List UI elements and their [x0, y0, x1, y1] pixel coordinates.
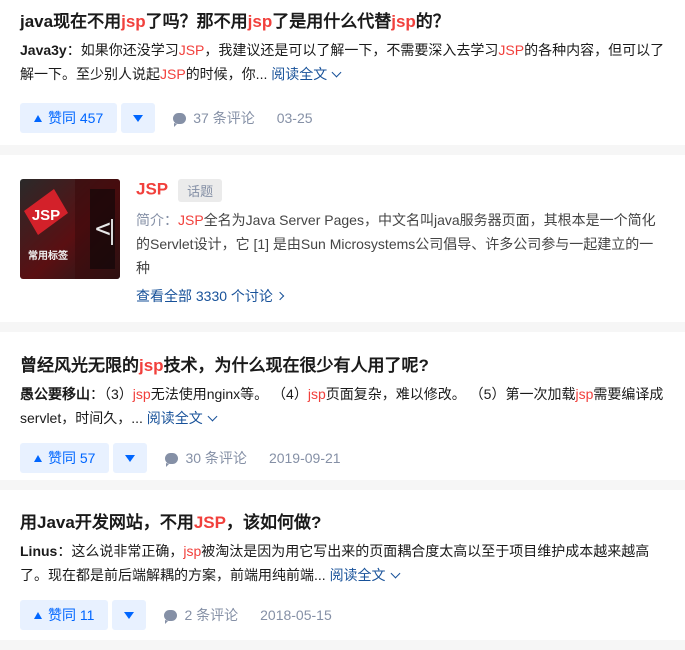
read-more-link[interactable]: 阅读全文	[330, 567, 401, 583]
down-triangle-icon	[133, 114, 144, 122]
answer-excerpt[interactable]: 愚公要移山：（3）jsp无法使用nginx等。 （4）jsp页面复杂，难以修改。…	[20, 382, 665, 430]
topic-body: JSP 话题 简介：JSP全名为Java Server Pages，中文名叫jav…	[136, 179, 665, 306]
author-name[interactable]: Java3y	[20, 42, 67, 58]
comment-button[interactable]: 30 条评论	[165, 448, 247, 468]
view-all-link[interactable]: 查看全部 3330 个讨论	[136, 286, 285, 306]
up-triangle-icon	[34, 114, 42, 122]
down-triangle-icon	[124, 611, 135, 619]
read-more-link[interactable]: 阅读全文	[147, 410, 218, 426]
upvote-button[interactable]: 赞同 11	[20, 600, 109, 630]
chevron-down-icon	[331, 67, 342, 78]
answer-date: 2019-09-21	[268, 450, 341, 466]
topic-image[interactable]: < JSP 常用标签	[20, 179, 120, 279]
up-triangle-icon	[34, 611, 42, 619]
comment-button[interactable]: 37 条评论	[173, 108, 255, 128]
topic-card: < JSP 常用标签 JSP 话题 简介：JSP全名为Java Server Pa…	[0, 155, 685, 322]
answer-card: 用Java开发网站，不用JSP，该如何做? Linus：这么说非常正确，jsp被…	[0, 490, 685, 640]
answer-title[interactable]: 曾经风光无限的jsp技术，为什么现在很少有人用了呢?	[20, 354, 665, 378]
answer-date: 03-25	[276, 110, 313, 126]
upvote-button[interactable]: 赞同 57	[20, 443, 110, 473]
topic-image-label: JSP	[32, 207, 60, 224]
answer-excerpt[interactable]: Linus：这么说非常正确，jsp被淘汰是因为用它写出来的页面耦合度太高以至于项…	[20, 539, 665, 587]
topic-name[interactable]: JSP	[136, 180, 168, 199]
answer-card: java现在不用jsp了吗？那不用jsp了是用什么代替jsp的？ Java3y：…	[0, 0, 685, 145]
topic-header: JSP 话题	[136, 179, 665, 202]
chevron-down-icon	[390, 568, 401, 579]
author-name[interactable]: 愚公要移山	[20, 386, 90, 402]
downvote-button[interactable]	[121, 103, 156, 133]
comment-icon	[164, 609, 178, 624]
answer-card: 曾经风光无限的jsp技术，为什么现在很少有人用了呢? 愚公要移山：（3）jsp无…	[0, 332, 685, 480]
upvote-button[interactable]: 赞同 457	[20, 103, 118, 133]
comment-icon	[165, 452, 179, 467]
answer-title[interactable]: java现在不用jsp了吗？那不用jsp了是用什么代替jsp的？	[20, 10, 665, 34]
topic-logo-icon: < JSP 常用标签	[24, 179, 120, 279]
answer-title[interactable]: 用Java开发网站，不用JSP，该如何做?	[20, 511, 665, 535]
topic-description: 简介：JSP全名为Java Server Pages，中文名叫java服务器页面…	[136, 212, 656, 276]
answer-actions: 赞同 457 37 条评论 03-25	[20, 102, 665, 134]
answer-date: 2018-05-15	[260, 607, 332, 623]
answer-actions: 赞同 57 30 条评论 2019-09-21	[20, 442, 665, 474]
topic-badge: 话题	[178, 179, 223, 202]
down-triangle-icon	[125, 454, 136, 462]
downvote-button[interactable]	[113, 443, 148, 473]
up-triangle-icon	[34, 454, 42, 462]
chevron-down-icon	[207, 411, 218, 422]
svg-text:<: <	[95, 214, 111, 244]
comment-icon	[173, 112, 187, 127]
answer-actions: 赞同 11 2 条评论 2018-05-15	[20, 599, 665, 631]
answer-excerpt[interactable]: Java3y：如果你还没学习JSP，我建议还是可以了解一下，不需要深入去学习JS…	[20, 38, 665, 86]
author-name[interactable]: Linus	[20, 543, 57, 559]
downvote-button[interactable]	[112, 600, 147, 630]
comment-button[interactable]: 2 条评论	[164, 605, 238, 625]
chevron-right-icon	[275, 291, 285, 301]
topic-image-subtext: 常用标签	[28, 249, 69, 262]
read-more-link[interactable]: 阅读全文	[271, 66, 342, 82]
